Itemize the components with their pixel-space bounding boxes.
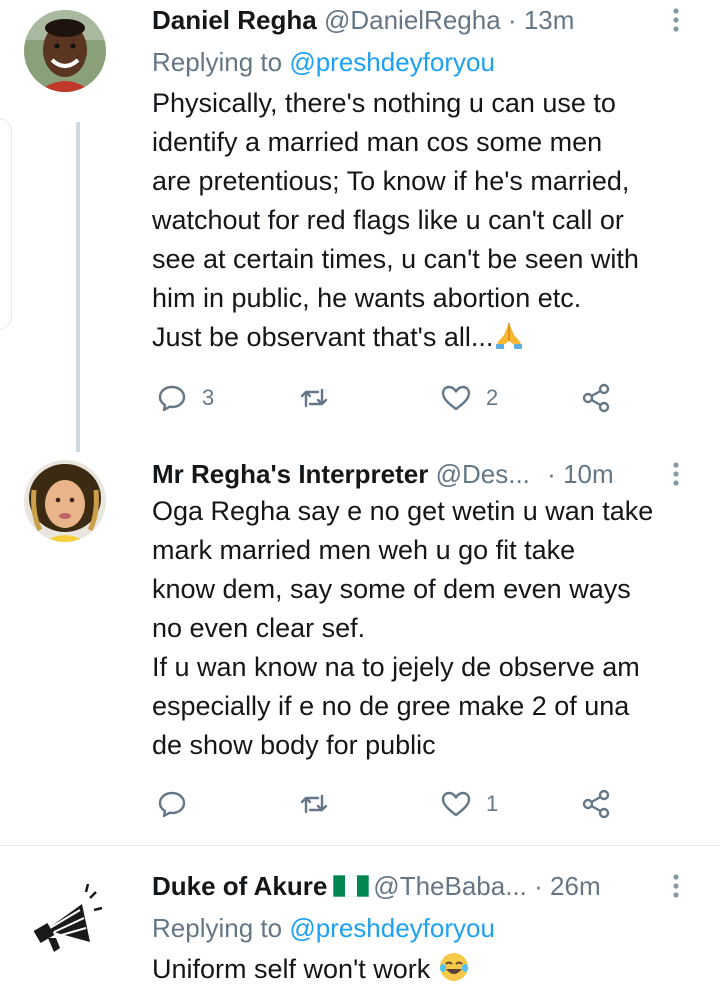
avatar[interactable]: [24, 10, 106, 92]
share-icon: [582, 383, 610, 413]
user-handle[interactable]: @Des...: [436, 459, 530, 489]
retweet-icon: [300, 388, 328, 408]
tweet-text: Oga Regha say e no get wetin u wan take …: [152, 496, 654, 760]
heart-icon: [441, 385, 471, 411]
like-button[interactable]: 1: [440, 784, 498, 824]
reply-button[interactable]: 3: [156, 378, 214, 418]
share-icon: [582, 789, 610, 819]
tweet-divider: [0, 845, 720, 846]
reply-count: 3: [202, 385, 215, 410]
replying-to-line: Replying to @preshdeyforyou: [152, 44, 700, 80]
more-vertical-icon[interactable]: [666, 6, 686, 34]
avatar[interactable]: [24, 460, 106, 542]
user-handle[interactable]: @TheBaba...: [373, 871, 527, 901]
retweet-button[interactable]: [298, 784, 344, 824]
display-name[interactable]: Mr Regha's Interpreter: [152, 459, 428, 489]
replying-to-label: Replying to: [152, 913, 283, 943]
timestamp[interactable]: 26m: [550, 871, 601, 901]
timestamp[interactable]: 13m: [524, 5, 575, 35]
retweet-button[interactable]: [298, 378, 344, 418]
reply-icon: [158, 791, 186, 818]
tweet-text-content: Physically, there's nothing u can use to…: [152, 88, 639, 352]
partial-card-edge: [0, 118, 12, 330]
user-handle[interactable]: @DanielRegha: [324, 5, 501, 35]
separator-dot: ·: [534, 871, 543, 901]
tweet-text: Uniform self won't work: [152, 950, 700, 989]
reply-button[interactable]: [156, 784, 202, 824]
replying-to-line: Replying to @preshdeyforyou: [152, 910, 700, 946]
tweet-text-content: Uniform self won't work: [152, 954, 431, 984]
tweet-header: Daniel Regha @DanielRegha · 13m: [152, 2, 700, 38]
display-name[interactable]: Duke of Akure: [152, 871, 327, 901]
heart-icon: [441, 791, 471, 817]
share-button[interactable]: [580, 378, 612, 418]
mention-link[interactable]: @preshdeyforyou: [289, 913, 495, 943]
separator-dot: ·: [547, 459, 556, 489]
tweet-header: Mr Regha's Interpreter @Des... · 10m: [152, 456, 700, 492]
tears-of-joy-emoji: [438, 951, 470, 983]
separator-dot: ·: [507, 5, 517, 35]
reply-icon: [158, 385, 186, 412]
folded-hands-emoji: [493, 319, 525, 351]
more-vertical-icon[interactable]: [666, 872, 686, 900]
tweet-header: Duke of Akure @TheBaba... · 26m: [152, 868, 700, 904]
more-vertical-icon[interactable]: [666, 460, 686, 488]
like-button[interactable]: 2: [440, 378, 498, 418]
avatar[interactable]: [24, 878, 106, 960]
mention-link[interactable]: @preshdeyforyou: [289, 47, 495, 77]
timestamp[interactable]: 10m: [563, 459, 614, 489]
display-name[interactable]: Daniel Regha: [152, 5, 317, 35]
share-button[interactable]: [580, 784, 612, 824]
like-count: 2: [486, 385, 499, 410]
retweet-icon: [300, 794, 328, 814]
tweet-actions: 1: [0, 784, 720, 824]
replying-to-label: Replying to: [152, 47, 283, 77]
nigeria-flag: [332, 870, 370, 898]
tweet-actions: 3 2: [0, 378, 720, 418]
tweet-text: Physically, there's nothing u can use to…: [152, 84, 700, 357]
like-count: 1: [486, 791, 499, 816]
